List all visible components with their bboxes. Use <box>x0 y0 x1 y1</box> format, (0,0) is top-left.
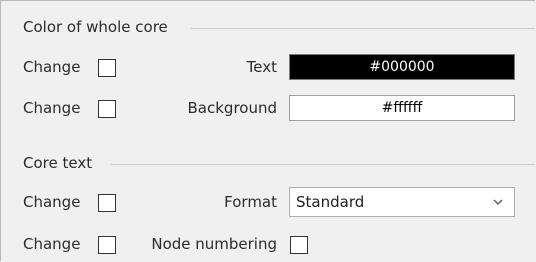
group-divider-core-text <box>111 164 535 165</box>
chevron-down-icon <box>493 199 503 205</box>
node-numbering-checkbox[interactable] <box>290 236 308 254</box>
text-color-swatch[interactable]: #000000 <box>289 54 515 80</box>
background-color-value: #ffffff <box>381 100 423 116</box>
format-selected-value: Standard <box>296 193 365 211</box>
background-color-label: Background <box>187 99 278 117</box>
node-numbering-label: Node numbering <box>151 235 277 253</box>
group-divider-whole-core <box>191 28 535 29</box>
format-change-label: Change <box>23 193 81 211</box>
format-select[interactable]: Standard <box>289 187 515 217</box>
numbering-change-checkbox[interactable] <box>98 236 116 254</box>
format-label: Format <box>224 193 277 211</box>
text-color-value: #000000 <box>369 59 435 75</box>
text-color-change-label: Change <box>23 58 81 76</box>
background-color-swatch[interactable]: #ffffff <box>289 95 515 121</box>
text-color-change-checkbox[interactable] <box>98 59 116 77</box>
group-title-core-text: Core text <box>23 154 103 172</box>
background-color-change-checkbox[interactable] <box>98 100 116 118</box>
text-color-label: Text <box>246 58 277 76</box>
format-change-checkbox[interactable] <box>98 194 116 212</box>
group-title-whole-core: Color of whole core <box>23 18 178 36</box>
background-color-change-label: Change <box>23 99 81 117</box>
numbering-change-label: Change <box>23 235 81 253</box>
properties-panel: Color of whole core Change Text #000000 … <box>0 0 535 261</box>
